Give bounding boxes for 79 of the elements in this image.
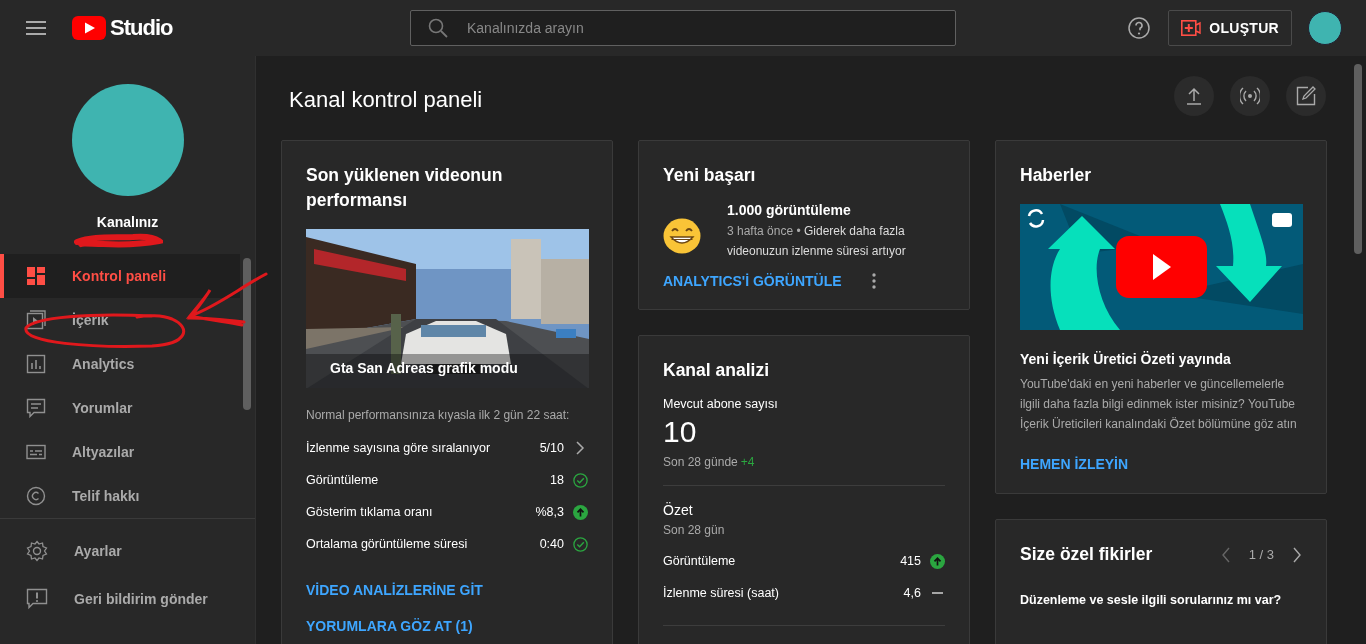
edit-button[interactable] [1286,76,1326,116]
search-field[interactable]: Kanalınızda arayın [410,10,956,46]
up-arrow-circle-icon [929,553,945,569]
chevron-left-icon[interactable] [1220,546,1231,563]
nav-item[interactable]: Yorumlar [0,386,240,430]
summary-period: Son 28 gün [663,523,726,537]
dash-icon [931,592,943,594]
avatar[interactable] [1308,11,1342,45]
change-label: Son 28 günde [663,455,738,469]
metric-value: 415 [900,554,921,568]
achievement-detail: 3 hafta önce • Giderek daha fazla videonuzun izlenme süresi artıyor [727,223,907,260]
chevron-right-icon [575,441,585,455]
nav-item[interactable]: Kontrol paneli [0,254,240,298]
dashboard-icon [26,266,46,286]
upload-icon [1184,86,1204,106]
idea-question: Düzenleme ve sesle ilgili sorularınız mı var? [1020,593,1283,607]
grin-emoji-icon [663,218,701,254]
metric-value: %8,3 [535,505,564,519]
up-arrow-circle-icon [572,504,588,520]
metric-value: 18 [550,473,564,487]
subscriber-count: 10 [663,415,698,449]
search-icon [428,18,448,38]
nav-item[interactable]: Geri bildirim gönder [0,575,240,623]
analytics-icon [26,354,46,374]
link[interactable]: HEMEN İZLEYİN [1020,456,1129,472]
broadcast-icon [1240,86,1260,106]
news-body: YouTube'daki en yeni haberler ve güncellemelerle ilgili daha fazla bilgi edinmek ister misiniz? YouTube İçerik Üreticileri kanalındaki Özet bölümüne göz atın [1020,376,1298,433]
more-icon[interactable] [871,273,876,289]
nav-item[interactable]: Ayarlar [0,527,240,575]
nav-item[interactable]: Telif hakkı [0,474,240,518]
metric-label: Ortalama görüntüleme süresi [306,537,469,551]
check-circle-icon [572,536,588,552]
change-value: +4 [740,455,755,469]
metric-value: 0:40 [539,537,564,551]
metric-label: Gösterim tıklama oranı [306,505,434,519]
metric-label: Görüntüleme [663,554,737,568]
metric-value: 5/10 [539,441,564,455]
gear-icon [26,540,48,562]
page-title: Kanal kontrol paneli [289,87,483,113]
studio-logo[interactable]: Studio [72,15,173,41]
summary-title: Özet [663,502,694,518]
scrollbar[interactable] [243,258,251,410]
metric-label: Görüntüleme [306,473,380,487]
card-title: Yeni başarı [663,164,757,187]
scrollbar[interactable] [1354,64,1362,254]
broadcast-button[interactable] [1230,76,1270,116]
comment-icon [26,398,46,418]
edit-icon [1296,86,1316,106]
card-title: Son yüklenen videonun performansı [306,164,504,212]
comparison-note: Normal performansınıza kıyasla ilk 2 gün 22 saat: [306,408,571,422]
subtitles-icon [26,442,46,462]
subscriber-label: Mevcut abone sayısı [663,397,779,411]
copyright-icon [26,486,46,506]
play-logo-icon [72,16,106,40]
nav-item[interactable]: Analytics [0,342,240,386]
news-headline: Yeni İçerik Üretici Özeti yayında [1020,351,1232,367]
feedback-icon [26,588,48,610]
metric-label: İzlenme sayısına göre sıralanıyor [306,441,492,455]
link[interactable]: ANALYTICS'İ GÖRÜNTÜLE [663,273,842,289]
logo-text: Studio [110,15,173,41]
card-title: Kanal analizi [663,359,770,382]
achievement-headline: 1.000 görüntüleme [727,202,852,218]
channel-label: Kanalınız [96,214,159,230]
link[interactable]: YORUMLARA GÖZ AT (1) [306,618,473,634]
menu-icon[interactable] [26,21,46,35]
create-button[interactable]: OLUŞTUR [1168,10,1292,46]
upload-button[interactable] [1174,76,1214,116]
metric-value: 4,6 [903,586,921,600]
page-indicator: 1 / 3 [1248,547,1274,562]
help-icon[interactable] [1128,17,1151,39]
card-title: Haberler [1020,164,1092,187]
link[interactable]: VİDEO ANALİZLERİNE GİT [306,582,483,598]
video-plus-icon [1181,20,1202,36]
check-circle-icon [572,472,588,488]
chevron-right-icon[interactable] [1292,546,1302,563]
metric-label: İzlenme süresi (saat) [663,586,780,600]
nav-item[interactable]: Altyazılar [0,430,240,474]
content-icon [26,310,46,330]
card-title: Size özel fikirler [1020,544,1153,565]
